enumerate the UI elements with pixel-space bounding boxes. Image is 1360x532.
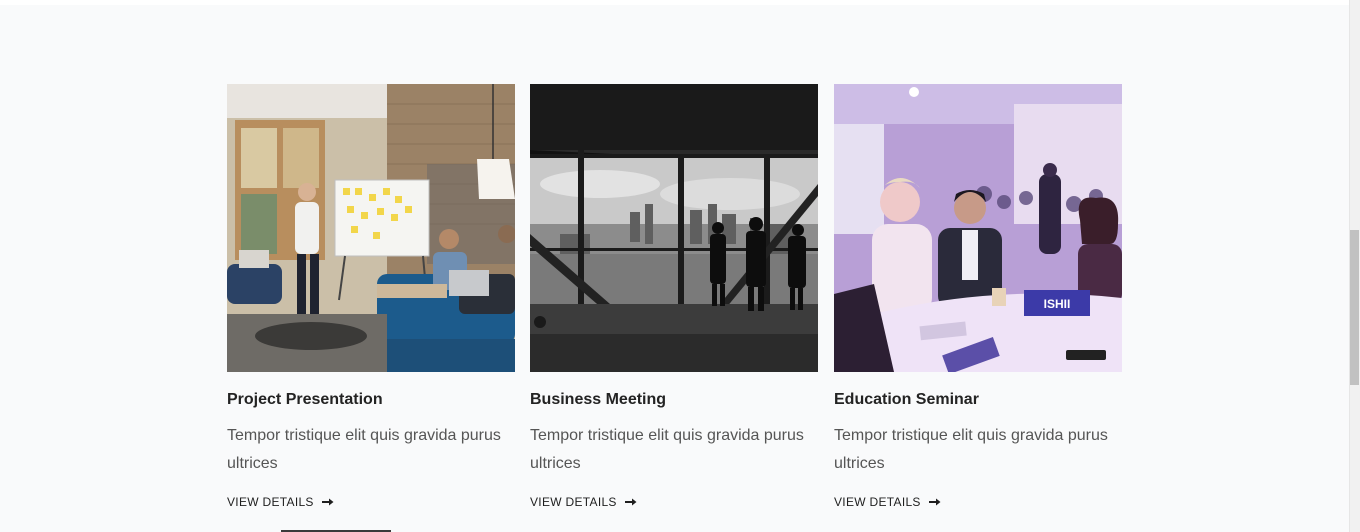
header-edge xyxy=(0,0,1349,5)
view-details-label: VIEW DETAILS xyxy=(227,495,314,509)
view-details-link[interactable]: VIEW DETAILS xyxy=(834,494,941,510)
view-details-label: VIEW DETAILS xyxy=(530,495,617,509)
meeting-photo xyxy=(530,84,818,372)
arrow-right-icon xyxy=(928,498,941,506)
service-card-education-seminar: ISHII Education Seminar Tempor tristique… xyxy=(834,84,1122,511)
arrow-right-icon xyxy=(624,498,637,506)
seminar-photo: ISHII xyxy=(834,84,1122,372)
card-image[interactable] xyxy=(530,84,818,372)
presentation-photo xyxy=(227,84,515,372)
card-title: Project Presentation xyxy=(227,391,383,408)
scrollbar-track[interactable] xyxy=(1349,0,1360,532)
card-title: Education Seminar xyxy=(834,391,979,408)
view-details-link[interactable]: VIEW DETAILS xyxy=(530,494,637,510)
view-details-label: VIEW DETAILS xyxy=(834,495,921,509)
scrollbar-thumb[interactable] xyxy=(1350,230,1359,385)
arrow-right-icon xyxy=(321,498,334,506)
card-title: Business Meeting xyxy=(530,391,667,408)
card-description: Tempor tristique elit quis gravida purus… xyxy=(227,427,501,472)
name-sign-text: ISHII xyxy=(1044,297,1071,311)
page: Project Presentation Tempor tristique el… xyxy=(0,0,1360,532)
card-image[interactable]: ISHII xyxy=(834,84,1122,372)
view-details-link[interactable]: VIEW DETAILS xyxy=(227,494,334,510)
service-card-business-meeting: Business Meeting Tempor tristique elit q… xyxy=(530,84,818,511)
service-card-project-presentation: Project Presentation Tempor tristique el… xyxy=(227,84,515,511)
card-description: Tempor tristique elit quis gravida purus… xyxy=(834,427,1108,472)
card-image[interactable] xyxy=(227,84,515,372)
card-description: Tempor tristique elit quis gravida purus… xyxy=(530,427,804,472)
